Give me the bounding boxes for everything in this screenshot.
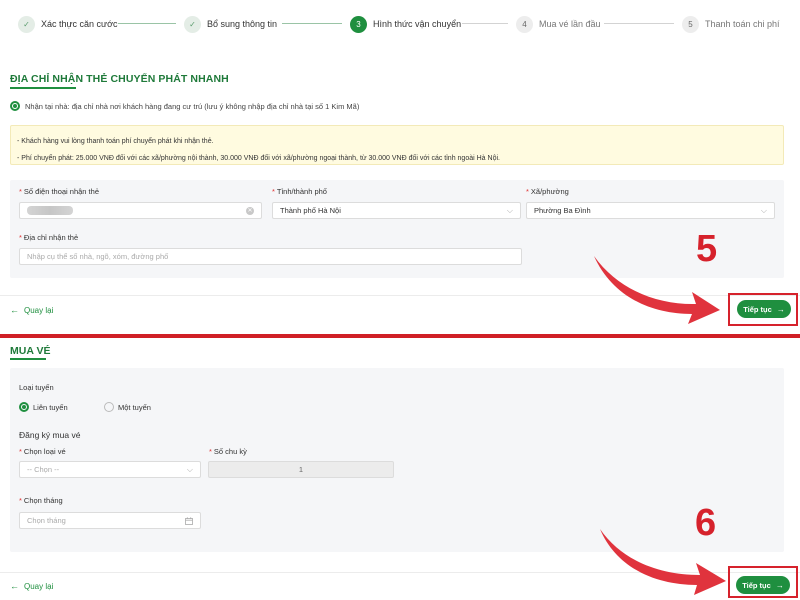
cycles-input: 1 (208, 461, 394, 478)
continue-label: Tiếp tục (742, 580, 771, 590)
back-label: Quay lại (24, 305, 54, 315)
address-input[interactable]: Nhập cụ thể số nhà, ngõ, xóm, đường phố (19, 248, 522, 265)
arrow-right-icon: → (775, 580, 784, 590)
arrow-left-icon: ← (10, 305, 19, 315)
redacted-phone (27, 206, 73, 215)
step-number: 4 (516, 15, 533, 33)
step-number: 3 (350, 15, 367, 33)
route-type-label: Loại tuyến (19, 383, 54, 392)
notice-line: - Phí chuyển phát: 25.000 VNĐ đối với cá… (17, 155, 500, 162)
title-underline (10, 358, 46, 360)
step-1: ✓ Xác thực căn cước (18, 14, 117, 34)
back-link[interactable]: ← Quay lại (10, 581, 53, 591)
route-option-single[interactable]: Một tuyến (104, 402, 151, 412)
month-picker[interactable]: Chọn tháng (19, 512, 201, 529)
step-4: 4 Mua vé lần đầu (516, 14, 601, 34)
step-3: 3 Hình thức vận chuyển (350, 14, 461, 34)
cycles-label: * Số chu kỳ (209, 447, 247, 456)
calendar-icon (185, 516, 193, 525)
month-placeholder: Chọn tháng (27, 516, 66, 525)
continue-label: Tiếp tục (743, 304, 772, 314)
step-connector (604, 23, 674, 24)
route-option-inter[interactable]: Liên tuyến (19, 402, 68, 412)
ward-label: * Xã/phường (526, 187, 569, 196)
delivery-section-title: ĐỊA CHỈ NHẬN THẺ CHUYỂN PHÁT NHANH (10, 73, 229, 85)
address-label: * Địa chỉ nhận thẻ (19, 233, 79, 242)
ticket-type-value: -- Chọn -- (27, 465, 60, 474)
check-icon: ✓ (18, 15, 35, 33)
ward-value: Phường Ba Đình (534, 206, 591, 215)
clear-icon[interactable]: ✕ (246, 206, 254, 215)
step-5: 5 Thanh toán chi phí (682, 14, 780, 34)
radio-selected-icon[interactable] (19, 402, 29, 412)
annotation-arrow (594, 256, 720, 324)
title-underline (10, 87, 76, 89)
step-2: ✓ Bổ sung thông tin (184, 14, 277, 34)
back-link[interactable]: ← Quay lại (10, 305, 53, 315)
home-delivery-option[interactable]: Nhận tại nhà: địa chỉ nhà nơi khách hàng… (10, 101, 359, 111)
chevron-down-icon: ⌵ (760, 205, 767, 215)
ticket-type-select[interactable]: -- Chọn -- ⌵ (19, 461, 201, 478)
red-arrow-shape (600, 529, 726, 595)
address-placeholder: Nhập cụ thể số nhà, ngõ, xóm, đường phố (27, 252, 169, 261)
section-divider (0, 334, 800, 338)
phone-input[interactable]: ✕ (19, 202, 262, 219)
shipping-fee-notice: - Khách hàng vui lòng thanh toán phí chu… (10, 125, 784, 165)
city-label: * Tỉnh/thành phố (272, 187, 327, 196)
chevron-down-icon: ⌵ (506, 205, 513, 215)
annotation-arrow (600, 529, 726, 595)
cycles-value: 1 (298, 465, 304, 474)
step-number: 5 (682, 15, 699, 33)
phone-label: * Số điện thoại nhận thẻ (19, 187, 99, 196)
register-heading: Đăng ký mua vé (19, 430, 81, 440)
step-label: Xác thực căn cước (41, 19, 118, 29)
step-label: Mua vé lần đầu (539, 19, 601, 29)
notice-line: - Khách hàng vui lòng thanh toán phí chu… (17, 138, 214, 145)
step-label: Bổ sung thông tin (207, 19, 278, 29)
step-connector (282, 23, 342, 24)
progress-stepper: ✓ Xác thực căn cước ✓ Bổ sung thông tin … (0, 0, 800, 46)
continue-button[interactable]: Tiếp tục → (736, 576, 790, 594)
arrow-right-icon: → (776, 304, 785, 314)
city-select[interactable]: Thành phố Hà Nội ⌵ (272, 202, 521, 219)
radio-selected-icon[interactable] (10, 101, 20, 111)
check-icon: ✓ (184, 15, 201, 33)
route-option-label: Liên tuyến (33, 402, 68, 412)
red-arrow-shape (594, 256, 720, 324)
route-option-label: Một tuyến (118, 402, 151, 412)
ticket-section-title: MUA VÉ (10, 345, 51, 357)
month-label: * Chọn tháng (19, 496, 63, 505)
step-connector (462, 23, 508, 24)
continue-button[interactable]: Tiếp tục → (737, 300, 791, 318)
ward-select[interactable]: Phường Ba Đình ⌵ (526, 202, 775, 219)
home-delivery-label: Nhận tại nhà: địa chỉ nhà nơi khách hàng… (25, 101, 360, 111)
step-connector (118, 23, 176, 24)
arrow-left-icon: ← (10, 581, 19, 591)
city-value: Thành phố Hà Nội (280, 206, 341, 215)
chevron-down-icon: ⌵ (186, 464, 193, 474)
step-label: Hình thức vận chuyển (373, 19, 462, 29)
step-label: Thanh toán chi phí (705, 19, 780, 29)
ticket-type-label: * Chọn loại vé (19, 447, 66, 456)
back-label: Quay lại (24, 581, 54, 591)
radio-empty-icon[interactable] (104, 402, 114, 412)
